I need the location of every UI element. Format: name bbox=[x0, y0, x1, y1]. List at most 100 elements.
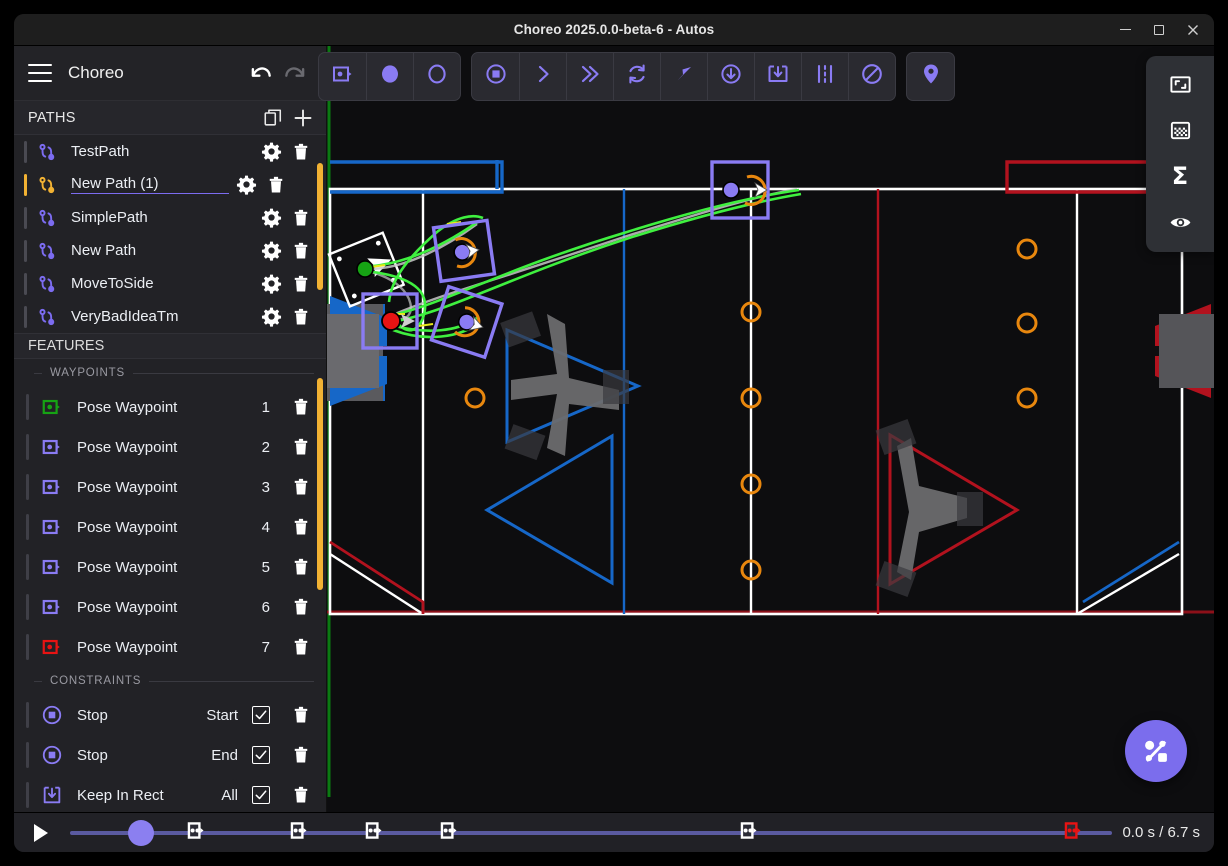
timeline-markers bbox=[70, 816, 1112, 850]
field-viewport[interactable] bbox=[327, 46, 1214, 812]
path-delete-button[interactable] bbox=[288, 307, 314, 327]
close-button[interactable] bbox=[1178, 17, 1208, 43]
stop-point-button[interactable] bbox=[472, 53, 519, 100]
undo-button[interactable] bbox=[244, 56, 278, 90]
constraint-enabled-checkbox[interactable] bbox=[252, 746, 270, 764]
waypoint-selection-indicator bbox=[26, 514, 29, 540]
translation-waypoint-button[interactable] bbox=[366, 53, 413, 100]
waypoint-list-item[interactable]: Pose Waypoint7 bbox=[14, 627, 326, 667]
path-settings-button[interactable] bbox=[258, 240, 284, 261]
keep-in-lane-button[interactable] bbox=[801, 53, 848, 100]
time-readout: 0.0 s / 6.7 s bbox=[1122, 824, 1200, 841]
max-angular-velocity-button[interactable] bbox=[613, 53, 660, 100]
waypoint-icon bbox=[37, 436, 67, 458]
app-header: Choreo bbox=[14, 46, 326, 101]
empty-waypoint-button[interactable] bbox=[413, 53, 460, 100]
waypoint-delete-button[interactable] bbox=[288, 397, 314, 417]
constraint-list-item[interactable]: Keep In RectAll bbox=[14, 775, 326, 812]
max-acceleration-button[interactable] bbox=[566, 53, 613, 100]
waypoint-list-item[interactable]: Pose Waypoint6 bbox=[14, 587, 326, 627]
path-delete-button[interactable] bbox=[288, 241, 314, 261]
constraint-delete-button[interactable] bbox=[288, 705, 314, 725]
waypoints-subheader-label: WAYPOINTS bbox=[50, 367, 125, 379]
duplicate-path-button[interactable] bbox=[258, 103, 288, 133]
timeline-waypoint-marker[interactable] bbox=[185, 819, 207, 846]
path-settings-button[interactable] bbox=[233, 174, 259, 195]
timeline-waypoint-marker[interactable] bbox=[363, 819, 385, 846]
path-list-item[interactable]: TestPath bbox=[14, 135, 326, 168]
waypoint-delete-button[interactable] bbox=[288, 437, 314, 457]
path-delete-button[interactable] bbox=[288, 142, 314, 162]
add-path-button[interactable] bbox=[288, 103, 318, 133]
path-settings-button[interactable] bbox=[258, 306, 284, 327]
timeline-waypoint-marker[interactable] bbox=[288, 819, 310, 846]
reefscape-field-svg bbox=[327, 46, 1214, 797]
toolbar-group-constraint-types bbox=[471, 52, 896, 101]
point-at-button[interactable] bbox=[660, 53, 707, 100]
constraint-delete-button[interactable] bbox=[288, 745, 314, 765]
sidebar-scroll-area[interactable]: TestPath New Path (1) SimplePathNew PathMo… bbox=[14, 135, 326, 812]
waypoint-icon bbox=[37, 476, 67, 498]
timeline-track-wrap[interactable] bbox=[60, 816, 1112, 850]
keep-in-rect-button[interactable] bbox=[754, 53, 801, 100]
path-list-item[interactable]: MoveToSide bbox=[14, 267, 326, 300]
constraint-list-item[interactable]: StopStart bbox=[14, 695, 326, 735]
scroll-marker-lower[interactable] bbox=[317, 378, 323, 590]
scroll-marker-upper[interactable] bbox=[317, 163, 323, 290]
max-velocity-button[interactable] bbox=[519, 53, 566, 100]
timeline-waypoint-marker[interactable] bbox=[1062, 819, 1084, 846]
waypoint-delete-button[interactable] bbox=[288, 637, 314, 657]
maximize-button[interactable] bbox=[1144, 17, 1174, 43]
constraint-enabled-checkbox[interactable] bbox=[252, 786, 270, 804]
plus-icon bbox=[292, 107, 314, 129]
path-list-item[interactable]: SimplePath bbox=[14, 201, 326, 234]
path-delete-button[interactable] bbox=[288, 274, 314, 294]
path-name-label[interactable]: New Path (1) bbox=[71, 175, 229, 194]
fit-to-view-button[interactable] bbox=[1160, 68, 1200, 100]
play-button[interactable] bbox=[24, 816, 58, 850]
minimize-button[interactable] bbox=[1110, 17, 1140, 43]
waypoint-list-item[interactable]: Pose Waypoint4 bbox=[14, 507, 326, 547]
hollow-circle-icon bbox=[425, 62, 449, 91]
path-delete-button[interactable] bbox=[288, 208, 314, 228]
constraint-delete-button[interactable] bbox=[288, 785, 314, 805]
field-canvas[interactable]: Σ bbox=[327, 46, 1214, 812]
keep-in-circle-button[interactable] bbox=[707, 53, 754, 100]
waypoint-list-item[interactable]: Pose Waypoint1 bbox=[14, 387, 326, 427]
waypoint-delete-button[interactable] bbox=[288, 477, 314, 497]
path-icon bbox=[33, 273, 63, 295]
minimize-icon bbox=[1120, 29, 1131, 31]
copy-icon bbox=[263, 108, 283, 128]
waypoint-icon bbox=[37, 596, 67, 618]
path-list-item[interactable]: New Path (1) bbox=[14, 168, 326, 201]
visibility-button[interactable] bbox=[1160, 206, 1200, 238]
path-list-item[interactable]: VeryBadIdeaTm bbox=[14, 300, 326, 333]
timeline-waypoint-marker[interactable] bbox=[738, 819, 760, 846]
path-settings-button[interactable] bbox=[258, 273, 284, 294]
event-marker-button[interactable] bbox=[907, 53, 954, 100]
pose-waypoint-button[interactable] bbox=[319, 53, 366, 100]
waypoint-delete-button[interactable] bbox=[288, 517, 314, 537]
waypoint-delete-button[interactable] bbox=[288, 597, 314, 617]
view-options-panel: Σ bbox=[1146, 56, 1214, 252]
redo-button[interactable] bbox=[278, 56, 312, 90]
path-list-item[interactable]: New Path bbox=[14, 234, 326, 267]
menu-icon[interactable] bbox=[28, 64, 52, 82]
timeline-playhead[interactable] bbox=[128, 820, 154, 846]
generate-path-button[interactable] bbox=[1125, 720, 1187, 782]
path-settings-button[interactable] bbox=[258, 207, 284, 228]
path-delete-button[interactable] bbox=[263, 175, 289, 195]
redo-icon bbox=[282, 60, 308, 86]
waypoint-selection-indicator bbox=[26, 474, 29, 500]
path-settings-button[interactable] bbox=[258, 141, 284, 162]
sigma-button[interactable]: Σ bbox=[1160, 160, 1200, 192]
keep-out-circle-button[interactable] bbox=[848, 53, 895, 100]
waypoint-delete-button[interactable] bbox=[288, 557, 314, 577]
waypoint-list-item[interactable]: Pose Waypoint5 bbox=[14, 547, 326, 587]
waypoint-list-item[interactable]: Pose Waypoint3 bbox=[14, 467, 326, 507]
constraint-enabled-checkbox[interactable] bbox=[252, 706, 270, 724]
waypoint-list-item[interactable]: Pose Waypoint2 bbox=[14, 427, 326, 467]
toggle-grid-button[interactable] bbox=[1160, 114, 1200, 146]
timeline-waypoint-marker[interactable] bbox=[438, 819, 460, 846]
constraint-list-item[interactable]: StopEnd bbox=[14, 735, 326, 775]
